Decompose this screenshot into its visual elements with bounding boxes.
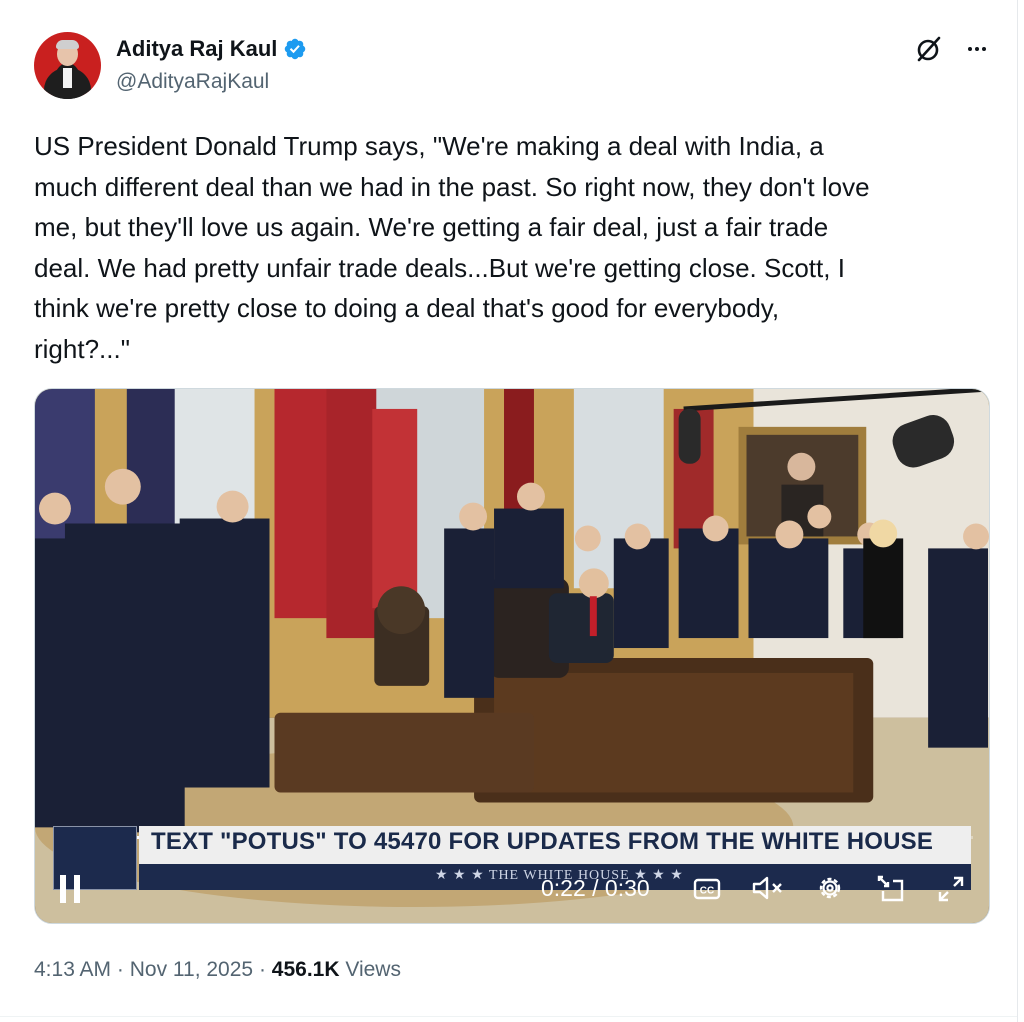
svg-text:CC: CC: [700, 886, 714, 897]
video-time: 0:22 / 0:30: [541, 875, 650, 901]
avatar-hair: [56, 40, 79, 49]
more-dot: [968, 47, 972, 51]
video-ticker-text: TEXT "POTUS" TO 45470 FOR UPDATES FROM T…: [151, 828, 934, 855]
tweet-meta: 4:13 AM · Nov 11, 2025 · 456.1K Views: [34, 958, 401, 982]
closed-captions-icon[interactable]: CC: [692, 874, 722, 904]
avatar-shirt: [63, 68, 72, 88]
fullscreen-icon[interactable]: [935, 873, 967, 905]
pause-icon[interactable]: [57, 871, 85, 907]
tweet-time[interactable]: 4:13 AM: [34, 958, 111, 981]
tweet-date[interactable]: Nov 11, 2025: [130, 958, 253, 981]
mute-icon[interactable]: [750, 872, 786, 904]
author-name-row: Aditya Raj Kaul: [116, 36, 307, 62]
more-dot: [982, 47, 986, 51]
bottom-divider: [0, 1016, 1017, 1017]
video-player[interactable]: TEXT "POTUS" TO 45470 FOR UPDATES FROM T…: [34, 388, 990, 924]
views-label: Views: [339, 958, 401, 981]
grok-slash-circle-icon[interactable]: [914, 34, 944, 64]
avatar[interactable]: [34, 32, 101, 99]
meta-separator: ·: [253, 958, 272, 981]
views-count: 456.1K: [271, 958, 340, 981]
tweet-text: US President Donald Trump says, "We're m…: [34, 131, 870, 364]
more-horizontal-icon[interactable]: [962, 36, 992, 62]
meta-separator: ·: [111, 958, 130, 981]
picture-in-picture-icon[interactable]: [875, 873, 907, 905]
author-display-name[interactable]: Aditya Raj Kaul: [116, 36, 277, 62]
more-dot: [975, 47, 979, 51]
column-border: [1017, 0, 1018, 1022]
verified-badge-icon: [285, 38, 306, 60]
author-handle[interactable]: @AdityaRajKaul: [116, 70, 269, 94]
settings-icon[interactable]: [814, 872, 846, 904]
